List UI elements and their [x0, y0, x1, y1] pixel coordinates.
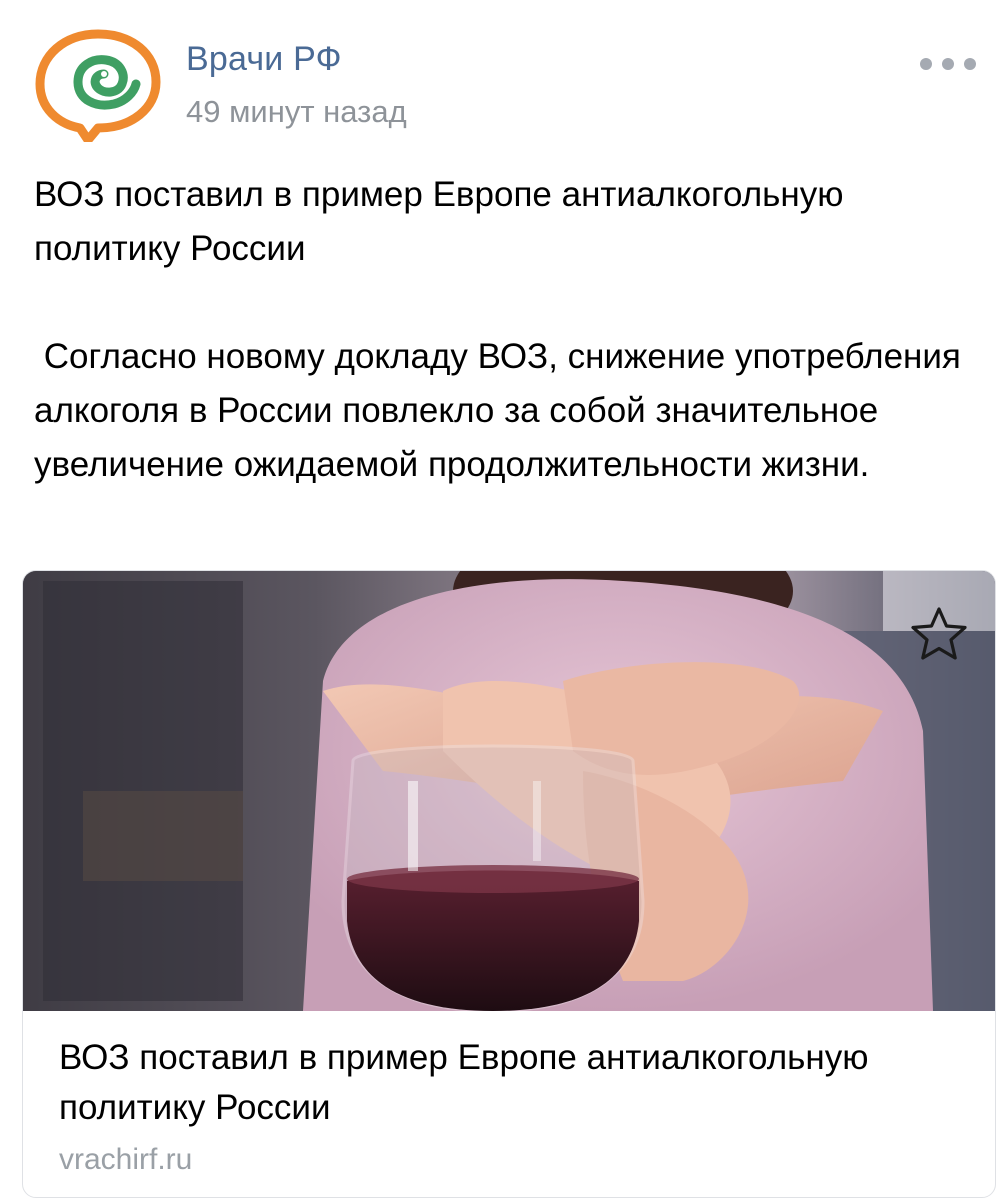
feed-post: Врачи РФ 49 минут назад ВОЗ поставил в п… [0, 0, 1002, 1200]
link-card-title[interactable]: ВОЗ поставил в пример Европе антиалкогол… [59, 1033, 959, 1133]
post-headline: ВОЗ поставил в пример Европе антиалкогол… [34, 175, 854, 268]
author-name[interactable]: Врачи РФ [186, 40, 342, 79]
star-icon [911, 607, 967, 660]
post-text: ВОЗ поставил в пример Европе антиалкогол… [34, 168, 974, 492]
link-attachment-card[interactable]: ВОЗ поставил в пример Европе антиалкогол… [22, 570, 996, 1198]
bookmark-button[interactable] [907, 603, 971, 667]
woman-refusing-wine-photo [23, 571, 995, 1011]
post-timestamp[interactable]: 49 минут назад [186, 94, 407, 130]
more-options-button[interactable] [920, 50, 976, 78]
more-options-dot [942, 58, 954, 70]
vrachi-rf-logo-icon [35, 29, 161, 145]
author-avatar[interactable] [34, 28, 162, 145]
post-body: Согласно новому докладу ВОЗ, снижение уп… [34, 337, 971, 484]
more-options-icon [920, 58, 932, 70]
link-card-domain: vrachirf.ru [59, 1143, 193, 1176]
link-preview-image[interactable] [23, 571, 995, 1011]
more-options-dot [964, 58, 976, 70]
